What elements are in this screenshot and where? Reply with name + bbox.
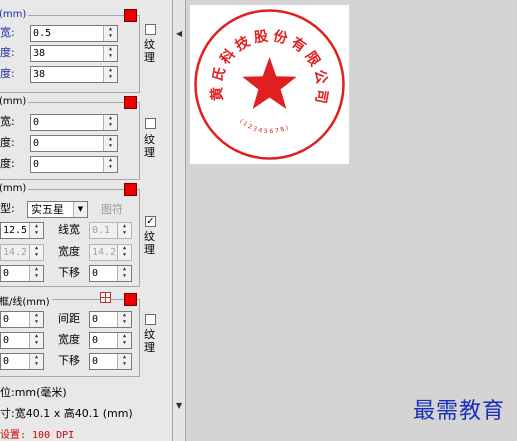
- collapse-left-icon[interactable]: ◀: [176, 30, 182, 38]
- preview-canvas: 黄氏科技股份有限公司 ( 1 2 3 4 5 6 7 8 ) 最需教育: [186, 0, 517, 441]
- inner-width-input[interactable]: 0 ▲ ▼: [30, 135, 118, 152]
- star-size-input[interactable]: 12.5 ▲ ▼: [0, 222, 44, 239]
- texture-label: 纹理: [144, 38, 155, 64]
- frame-move-down-input[interactable]: 0 ▲ ▼: [89, 353, 132, 370]
- spacing-input[interactable]: 0 ▲ ▼: [89, 311, 132, 328]
- type-label: 型:: [0, 202, 15, 215]
- move-down-label: 下移: [58, 266, 80, 279]
- star-height-input[interactable]: 14.2 ▲ ▼: [0, 244, 44, 261]
- frame-value-input[interactable]: 0 ▲ ▼: [0, 311, 44, 328]
- color-swatch[interactable]: [124, 293, 137, 306]
- panel-splitter[interactable]: ◀ ▼: [172, 0, 186, 441]
- star-width-input[interactable]: 14.2 ▲ ▼: [89, 244, 132, 261]
- unit-info: 位:mm(毫米): [0, 386, 67, 399]
- group-title: (mm): [0, 9, 29, 20]
- star-icon: [242, 57, 297, 109]
- color-swatch[interactable]: [124, 9, 137, 22]
- color-swatch[interactable]: [124, 183, 137, 196]
- star-type-select[interactable]: 实五星 ▼: [27, 201, 88, 218]
- scroll-down-icon[interactable]: ▼: [176, 402, 182, 410]
- texture-checkbox[interactable]: ✓: [145, 216, 156, 227]
- frame-value-input[interactable]: 0 ▲ ▼: [0, 332, 44, 349]
- stamp-bottom-code: ( 1 2 3 4 5 6 7 8 ): [238, 118, 289, 135]
- inner-border-label: 宽:: [0, 115, 15, 128]
- spacing-label: 间距: [58, 312, 80, 325]
- inner-height-label: 度:: [0, 157, 15, 170]
- color-swatch[interactable]: [124, 96, 137, 109]
- circle-height-input[interactable]: 38 ▲ ▼: [30, 66, 118, 83]
- dpi-info: 设置: 100 DPI: [0, 430, 75, 441]
- size-info: 寸:宽40.1 x 高40.1 (mm): [0, 407, 133, 420]
- texture-checkbox[interactable]: [145, 24, 156, 35]
- width-label: 宽度: [58, 245, 80, 258]
- circle-height-label: 度:: [0, 67, 15, 80]
- line-width-label: 线宽: [58, 223, 80, 236]
- symbol-button[interactable]: 图符: [101, 201, 123, 218]
- group-title: 框/线(mm): [0, 293, 52, 308]
- texture-label: 纹理: [144, 133, 155, 159]
- texture-label: 纹理: [144, 230, 155, 256]
- circle-width-input[interactable]: 38 ▲ ▼: [30, 45, 118, 62]
- line-width-input[interactable]: 0.1 ▲ ▼: [89, 222, 132, 239]
- watermark-logo: 最需教育: [412, 399, 505, 424]
- star-offset-input[interactable]: 0 ▲ ▼: [0, 265, 44, 282]
- group-title: (mm): [0, 183, 29, 194]
- circle-width-label: 度:: [0, 46, 15, 59]
- border-width-input[interactable]: 0.5 ▲ ▼: [30, 25, 118, 42]
- star-move-down-input[interactable]: 0 ▲ ▼: [89, 265, 132, 282]
- texture-checkbox[interactable]: [145, 118, 156, 129]
- stamp-graphic: 黄氏科技股份有限公司 ( 1 2 3 4 5 6 7 8 ): [194, 9, 345, 160]
- frame-value-input[interactable]: 0 ▲ ▼: [0, 353, 44, 370]
- width-label: 宽度: [58, 333, 80, 346]
- stamp-settings-panel: (mm) 纹理 宽: 0.5 ▲ ▼ 度: 38 ▲ ▼ 度: 38 ▲ ▼ (mm)…: [0, 0, 172, 441]
- move-down-label: 下移: [58, 354, 80, 367]
- inner-width-label: 度:: [0, 136, 15, 149]
- inner-height-input[interactable]: 0 ▲ ▼: [30, 156, 118, 173]
- texture-label: 纹理: [144, 328, 155, 354]
- frame-width-input[interactable]: 0 ▲ ▼: [89, 332, 132, 349]
- texture-checkbox[interactable]: [145, 314, 156, 325]
- stamp-preview: 黄氏科技股份有限公司 ( 1 2 3 4 5 6 7 8 ): [190, 5, 349, 164]
- grid-icon[interactable]: [100, 292, 111, 303]
- border-width-label: 宽:: [0, 26, 15, 39]
- group-title: (mm): [0, 96, 29, 107]
- inner-border-input[interactable]: 0 ▲ ▼: [30, 114, 118, 131]
